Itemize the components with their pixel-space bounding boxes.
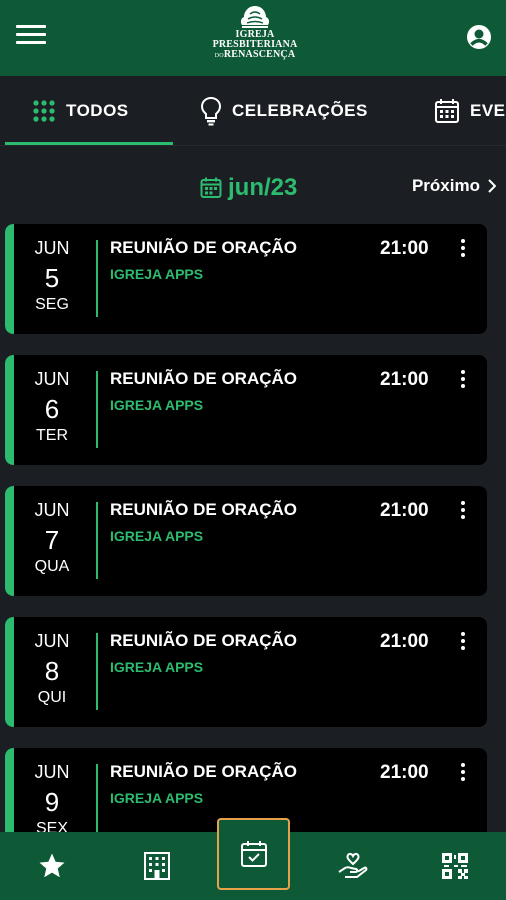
next-month-label: Próximo <box>411 176 480 195</box>
logo-line-3-small: DO <box>214 53 224 59</box>
event-accent-bar <box>5 355 14 465</box>
nav-favorites[interactable] <box>22 832 82 900</box>
event-title: REUNIÃO DE ORAÇÃO <box>110 631 298 650</box>
event-day: 8 <box>44 656 60 686</box>
event-time: 21:00 <box>380 369 429 390</box>
hand-heart-icon <box>338 852 368 878</box>
event-accent-bar <box>5 748 14 832</box>
more-options-icon[interactable] <box>453 632 473 656</box>
calendar-icon <box>435 99 459 123</box>
tab-label: EVE <box>470 101 506 120</box>
event-accent-bar <box>5 224 14 334</box>
app-header: IGREJA PRESBITERIANA DORENASCENÇA <box>0 0 506 76</box>
event-day: 7 <box>44 525 60 555</box>
more-options-icon[interactable] <box>453 239 473 263</box>
current-month: jun/23 <box>200 174 297 202</box>
month-navigation: jun/23 Próximo <box>0 170 506 210</box>
more-options-icon[interactable] <box>453 763 473 787</box>
event-time: 21:00 <box>380 500 429 521</box>
event-day: 9 <box>44 787 60 817</box>
event-organizer: IGREJA APPS <box>110 528 204 544</box>
event-accent-bar <box>5 486 14 596</box>
event-month: JUN <box>34 631 70 651</box>
event-title: REUNIÃO DE ORAÇÃO <box>110 238 298 257</box>
event-divider <box>96 371 98 448</box>
event-day: 5 <box>44 263 60 293</box>
tab-label: CELEBRAÇÕES <box>232 101 368 120</box>
category-tabs: TODOS CELEBRAÇÕES EVE <box>0 76 506 146</box>
event-month: JUN <box>34 500 70 520</box>
event-list: JUN 5 SEG REUNIÃO DE ORAÇÃO IGREJA APPS … <box>0 224 506 832</box>
event-card[interactable]: JUN 6 TER REUNIÃO DE ORAÇÃO IGREJA APPS … <box>5 355 487 465</box>
event-organizer: IGREJA APPS <box>110 266 204 282</box>
tab-todos[interactable]: TODOS <box>32 76 129 145</box>
calendar-check-icon <box>240 841 267 867</box>
event-time: 21:00 <box>380 762 429 783</box>
event-title: REUNIÃO DE ORAÇÃO <box>110 369 298 388</box>
qr-code-icon <box>442 853 468 879</box>
more-options-icon[interactable] <box>453 370 473 394</box>
tab-celebracoes[interactable]: CELEBRAÇÕES <box>200 76 368 145</box>
event-divider <box>96 502 98 579</box>
event-title: REUNIÃO DE ORAÇÃO <box>110 762 298 781</box>
star-icon <box>39 853 65 878</box>
logo-line-3: RENASCENÇA <box>223 49 296 60</box>
event-weekday: QUA <box>34 558 70 575</box>
bush-emblem-icon <box>240 6 270 28</box>
event-time: 21:00 <box>380 631 429 652</box>
grid-dots-icon <box>33 100 55 122</box>
event-date: JUN 8 QUI <box>17 631 87 707</box>
event-organizer: IGREJA APPS <box>110 397 204 413</box>
building-icon <box>144 852 170 880</box>
lightbulb-icon <box>200 96 222 126</box>
event-date: JUN 9 SEX <box>17 762 87 832</box>
nav-directory[interactable] <box>127 832 187 900</box>
event-card[interactable]: JUN 7 QUA REUNIÃO DE ORAÇÃO IGREJA APPS … <box>5 486 487 596</box>
menu-icon[interactable] <box>16 25 46 47</box>
event-weekday: TER <box>36 427 68 444</box>
event-card[interactable]: JUN 5 SEG REUNIÃO DE ORAÇÃO IGREJA APPS … <box>5 224 487 334</box>
event-organizer: IGREJA APPS <box>110 790 204 806</box>
nav-calendar[interactable] <box>217 818 290 890</box>
event-accent-bar <box>5 617 14 727</box>
month-label: jun/23 <box>228 174 298 201</box>
event-date: JUN 6 TER <box>17 369 87 445</box>
event-divider <box>96 633 98 710</box>
event-title: REUNIÃO DE ORAÇÃO <box>110 500 298 519</box>
event-month: JUN <box>34 369 70 389</box>
tab-eventos[interactable]: EVE <box>434 76 506 145</box>
tab-label: TODOS <box>66 101 129 120</box>
active-tab-indicator <box>5 142 173 145</box>
event-weekday: QUI <box>37 689 67 706</box>
more-options-icon[interactable] <box>453 501 473 525</box>
event-organizer: IGREJA APPS <box>110 659 204 675</box>
event-date: JUN 5 SEG <box>17 238 87 314</box>
event-divider <box>96 764 98 832</box>
event-date: JUN 7 QUA <box>17 500 87 576</box>
next-month-button[interactable]: Próximo <box>412 176 496 196</box>
nav-donations[interactable] <box>323 832 383 900</box>
event-divider <box>96 240 98 317</box>
account-icon[interactable] <box>466 24 492 50</box>
event-day: 6 <box>44 394 60 424</box>
event-time: 21:00 <box>380 238 429 259</box>
event-month: JUN <box>34 238 70 258</box>
calendar-small-icon <box>200 177 222 198</box>
event-weekday: SEX <box>35 820 68 832</box>
nav-qr-code[interactable] <box>425 832 485 900</box>
event-card[interactable]: JUN 8 QUI REUNIÃO DE ORAÇÃO IGREJA APPS … <box>5 617 487 727</box>
event-weekday: SEG <box>35 296 69 313</box>
chevron-right-icon <box>488 179 496 193</box>
event-month: JUN <box>34 762 70 782</box>
church-logo: IGREJA PRESBITERIANA DORENASCENÇA <box>205 4 305 70</box>
